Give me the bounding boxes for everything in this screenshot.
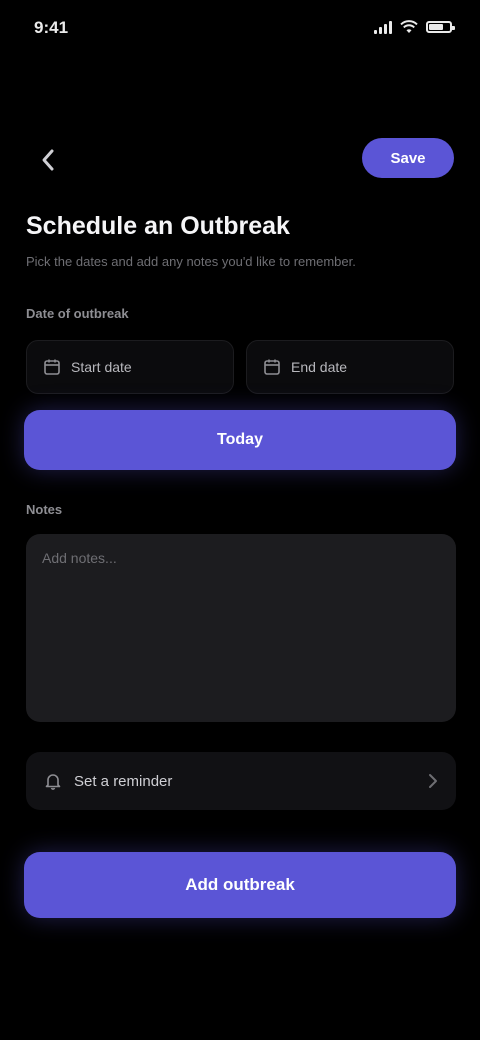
reminder-row[interactable]: Set a reminder bbox=[26, 752, 456, 810]
end-date-field[interactable]: End date bbox=[246, 340, 454, 394]
status-time: 9:41 bbox=[34, 18, 69, 37]
chevron-right-icon bbox=[429, 774, 437, 788]
cellular-signal-icon bbox=[374, 20, 392, 34]
calendar-icon bbox=[264, 359, 280, 375]
battery-icon bbox=[426, 21, 455, 33]
calendar-icon bbox=[44, 359, 60, 375]
date-row: Start date End date bbox=[26, 340, 454, 394]
status-bar: 9:41 bbox=[0, 0, 480, 64]
end-date-value: End date bbox=[291, 359, 348, 375]
wifi-icon bbox=[400, 20, 418, 33]
save-button[interactable]: Save bbox=[362, 138, 454, 178]
page-title: Schedule an Outbreak bbox=[26, 212, 290, 240]
page-subtitle: Pick the dates and add any notes you'd l… bbox=[26, 254, 356, 269]
date-section-label: Date of outbreak bbox=[26, 306, 129, 321]
back-button[interactable] bbox=[28, 140, 68, 180]
reminder-label: Set a reminder bbox=[74, 772, 173, 790]
status-icons bbox=[374, 20, 455, 34]
nav-bar: Save bbox=[0, 128, 480, 192]
start-date-value: Start date bbox=[71, 359, 132, 375]
bell-icon bbox=[45, 774, 61, 790]
notes-label: Notes bbox=[26, 502, 63, 517]
chevron-left-icon bbox=[42, 149, 54, 171]
add-outbreak-button[interactable]: Add outbreak bbox=[24, 852, 456, 918]
start-date-field[interactable]: Start date bbox=[26, 340, 234, 394]
notes-textarea[interactable]: Add notes... bbox=[26, 534, 456, 722]
today-button[interactable]: Today bbox=[24, 410, 456, 470]
